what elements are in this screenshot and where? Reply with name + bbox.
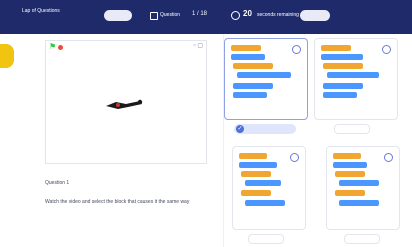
answer-option-3[interactable] bbox=[232, 146, 306, 230]
header-bar: Lap of Questions Question 1 / 18 20 seco… bbox=[0, 0, 412, 34]
stage-controls[interactable]: ▫ ▢ bbox=[194, 42, 203, 49]
code-block bbox=[333, 162, 367, 168]
clock-icon bbox=[231, 11, 240, 20]
answer-option-2[interactable] bbox=[314, 38, 398, 120]
code-block bbox=[335, 171, 365, 177]
code-block bbox=[241, 171, 271, 177]
option-badge-3 bbox=[248, 234, 284, 244]
pencil-icon bbox=[0, 44, 14, 68]
code-block bbox=[321, 54, 363, 60]
magnifier-icon[interactable] bbox=[292, 45, 301, 54]
magnifier-icon[interactable] bbox=[384, 153, 393, 162]
magnifier-icon[interactable] bbox=[382, 45, 391, 54]
question-count: 1 / 18 bbox=[192, 11, 208, 17]
code-block bbox=[321, 45, 351, 51]
question-label: Question bbox=[160, 12, 181, 18]
question-text: Watch the video and select the block tha… bbox=[45, 199, 190, 205]
code-block bbox=[323, 92, 357, 98]
magnifier-icon[interactable] bbox=[290, 153, 299, 162]
option-badge-4 bbox=[344, 234, 380, 244]
app-title: Lap of Questions bbox=[22, 8, 60, 14]
code-block bbox=[233, 63, 273, 69]
code-block bbox=[231, 45, 261, 51]
code-block bbox=[231, 54, 265, 60]
answer-option-4[interactable] bbox=[326, 146, 400, 230]
checkbox-icon bbox=[150, 12, 158, 20]
sprite-image bbox=[106, 99, 143, 109]
code-block bbox=[339, 180, 379, 186]
stop-icon[interactable] bbox=[58, 45, 63, 50]
selected-answer-indicator: ✓ bbox=[234, 124, 296, 134]
code-block bbox=[233, 92, 267, 98]
back-button[interactable] bbox=[104, 10, 132, 21]
video-stage: ⚑ ▫ ▢ bbox=[45, 40, 207, 164]
code-block bbox=[333, 153, 361, 159]
code-block bbox=[327, 72, 379, 78]
timer-label: seconds remaining bbox=[257, 12, 299, 18]
code-block bbox=[245, 200, 285, 206]
answer-option-1[interactable] bbox=[224, 38, 308, 120]
code-block bbox=[241, 190, 271, 196]
code-block bbox=[339, 200, 379, 206]
option-badge-2 bbox=[334, 124, 370, 134]
code-block bbox=[323, 83, 363, 89]
green-flag-icon[interactable]: ⚑ bbox=[49, 43, 56, 51]
check-icon: ✓ bbox=[236, 125, 244, 133]
code-block bbox=[245, 180, 281, 186]
code-block bbox=[239, 153, 267, 159]
code-block bbox=[237, 72, 291, 78]
code-block bbox=[233, 83, 273, 89]
code-block bbox=[335, 190, 365, 196]
next-button[interactable] bbox=[300, 10, 330, 21]
timer-value: 20 bbox=[243, 9, 252, 18]
code-block bbox=[323, 63, 363, 69]
question-title: Question 1 bbox=[45, 180, 70, 186]
code-block bbox=[239, 162, 277, 168]
